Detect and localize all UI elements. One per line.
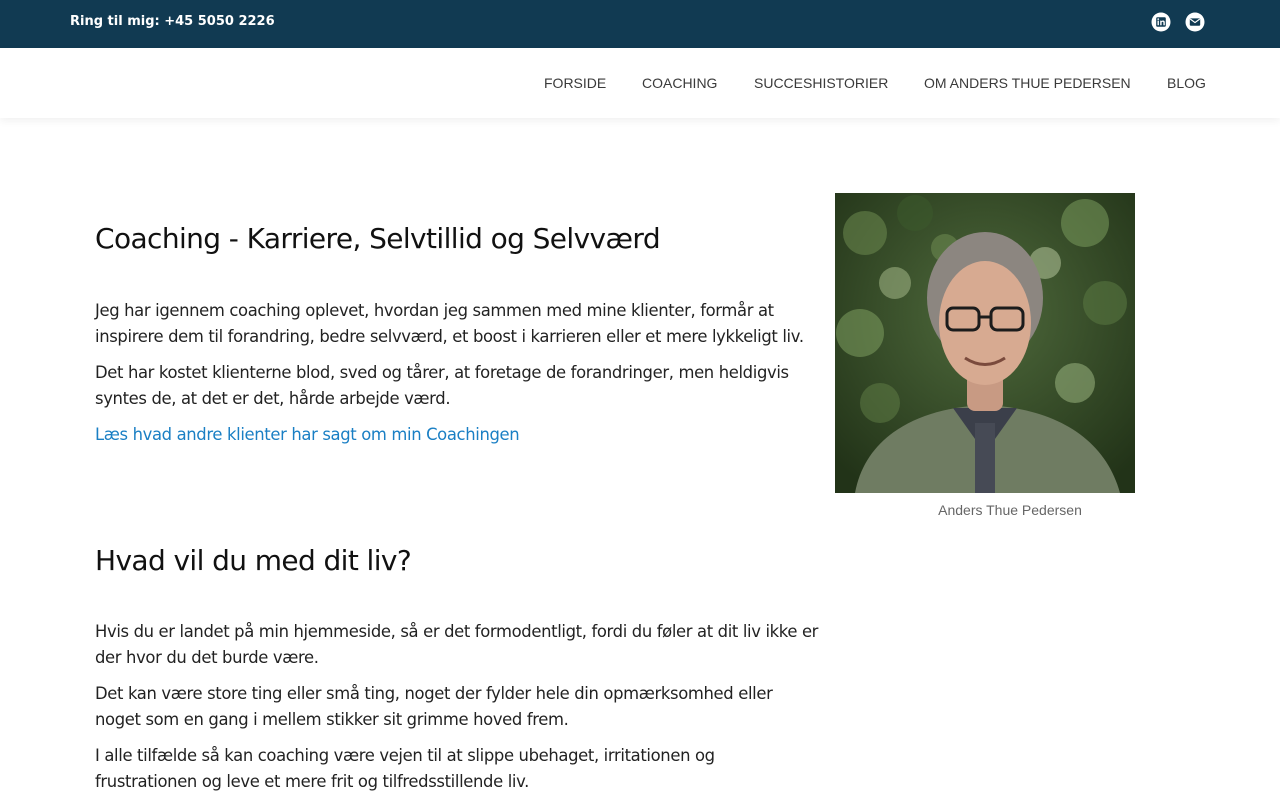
phone-number[interactable]: Ring til mig: +45 5050 2226 [70,14,275,29]
section-heading: Hvad vil du med dit liv? [95,544,412,577]
linkedin-icon[interactable] [1151,12,1171,32]
nav-item-blog[interactable]: BLOG [1167,75,1206,91]
nav-item-succeshistorier[interactable]: SUCCESHISTORIER [754,75,888,91]
envelope-icon[interactable] [1185,12,1205,32]
page-title: Coaching - Karriere, Selvtillid og Selvv… [95,222,661,255]
section-paragraph-3: I alle tilfælde så kan coaching være vej… [95,746,715,791]
section-paragraph-1: Hvis du er landet på min hjemmeside, så … [95,622,819,667]
section-paragraph-2: Det kan være store ting eller små ting, … [95,684,773,729]
testimonials-link[interactable]: Læs hvad andre klienter har sagt om min … [95,422,820,448]
nav-item-forside[interactable]: FORSIDE [544,75,606,91]
intro-paragraph-2: Det har kostet klienterne blod, sved og … [95,363,789,408]
main-navigation: FORSIDE COACHING SUCCESHISTORIER OM ANDE… [0,48,1280,118]
intro-paragraph: Jeg har igennem coaching oplevet, hvorda… [95,301,804,346]
nav-item-coaching[interactable]: COACHING [642,75,717,91]
nav-item-om-anders[interactable]: OM ANDERS THUE PEDERSEN [924,75,1131,91]
photo-caption: Anders Thue Pedersen [938,502,1082,518]
top-bar: Ring til mig: +45 5050 2226 [0,0,1280,48]
portrait-photo [835,193,1135,493]
